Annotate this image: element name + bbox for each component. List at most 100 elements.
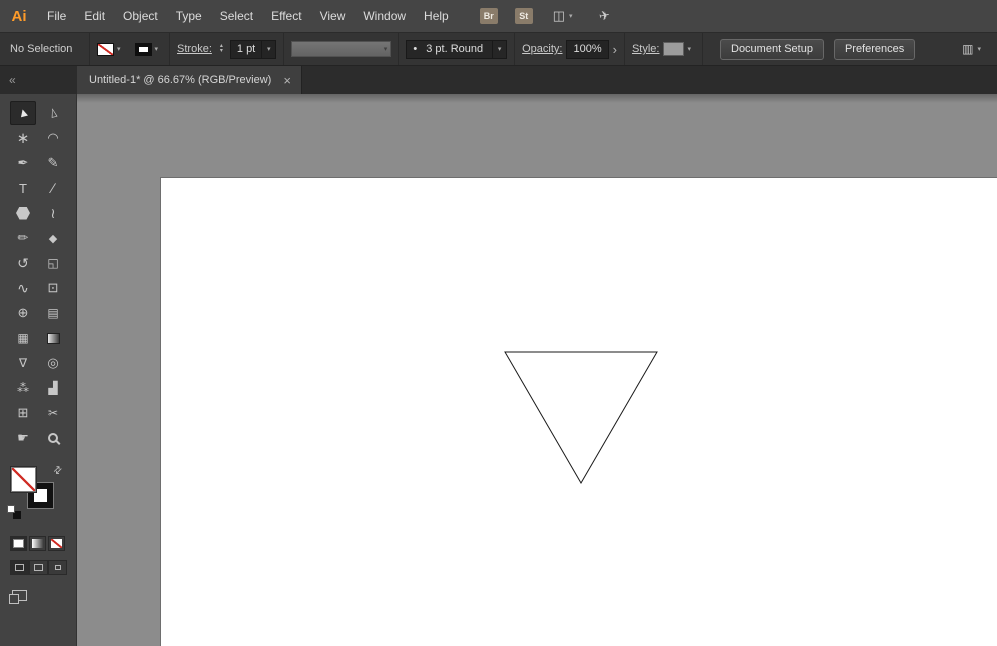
none-button[interactable] (48, 536, 65, 551)
canvas-pasteboard[interactable] (77, 94, 997, 646)
mesh-tool[interactable]: ▦ (10, 326, 36, 350)
separator (623, 33, 625, 65)
perspective-grid-tool[interactable]: ▤ (40, 301, 66, 325)
menu-object[interactable]: Object (114, 0, 167, 33)
column-graph-tool[interactable]: ▟ (40, 376, 66, 400)
screen-mode-button[interactable] (9, 587, 34, 604)
graphic-style-swatch-icon (663, 42, 685, 56)
type-tool[interactable]: T (10, 176, 36, 200)
brush-definition-select[interactable]: • 3 pt. Round ▾ (406, 39, 508, 59)
scale-tool[interactable]: ◱ (40, 251, 66, 275)
separator (169, 33, 171, 65)
symbol-sprayer-tool[interactable]: ⁂ (10, 376, 36, 400)
illustrator-window: Ai File Edit Object Type Select Effect View Win… (0, 0, 997, 646)
menu-bar: File Edit Object Type Select Effect View Window… (38, 0, 458, 33)
workspace-icon: ◫ (552, 8, 566, 23)
workspace-switcher[interactable]: ◫ ▾ (553, 8, 573, 24)
brush-dot-icon: • (413, 43, 418, 55)
variable-width-profile-select[interactable]: ▾ (291, 41, 392, 57)
opacity-flyout-icon[interactable]: › (613, 40, 617, 59)
blend-tool[interactable]: ◎ (40, 351, 66, 375)
stroke-weight-value: 1 pt (236, 43, 256, 55)
pen-tool[interactable]: ✒ (10, 151, 36, 175)
gradient-tool[interactable] (40, 326, 66, 350)
selection-tool[interactable]: ► (10, 101, 36, 125)
drawing-mode-buttons (10, 560, 76, 575)
swap-fill-stroke-icon[interactable]: ⇄ (51, 464, 65, 478)
polygon-tool[interactable] (10, 201, 36, 225)
tools-panel: ► ▻ ∗ ◠ ✒ ✎ T ∕ ≀ ✏ ◆ ↺ ◱ ∿ ⊡ ⊕ ▤ ▦ ∇ ◎ ⁂ ▟ ⊞ ✂ ☛ ⇄ (0, 94, 77, 646)
chevron-down-icon: ▾ (154, 46, 159, 53)
document-tab[interactable]: Untitled-1* @ 66.67% (RGB/Preview) × (77, 66, 302, 94)
toolbar-collapse-button[interactable]: « (0, 66, 77, 94)
eyedropper-icon: ∇ (18, 356, 28, 370)
tab-close-button[interactable]: × (283, 74, 291, 87)
type-icon: T (19, 180, 27, 196)
menu-type[interactable]: Type (167, 0, 211, 33)
stroke-weight-stepper[interactable]: ▴ ▾ (216, 43, 227, 54)
fill-color-control[interactable]: ▾ (97, 42, 125, 56)
triangle-shape[interactable] (504, 351, 658, 484)
draw-normal-button[interactable] (10, 560, 29, 575)
document-tab-bar: « Untitled-1* @ 66.67% (RGB/Preview) × (0, 66, 997, 94)
width-icon: ∿ (17, 279, 29, 296)
magic-wand-tool[interactable]: ∗ (10, 126, 36, 150)
stroke-panel-link[interactable]: Stroke: (177, 43, 212, 55)
draw-behind-button[interactable] (29, 560, 48, 575)
chevron-down-icon: ▾ (117, 46, 121, 53)
arrange-documents-control[interactable]: ▥ ▾ (962, 42, 981, 56)
curvature-tool[interactable]: ✎ (40, 151, 66, 175)
menu-select[interactable]: Select (211, 0, 262, 33)
fill-swatch[interactable] (11, 467, 36, 492)
line-segment-icon: ∕ (51, 180, 55, 196)
line-segment-tool[interactable]: ∕ (40, 176, 66, 200)
scale-icon: ◱ (47, 256, 59, 270)
shape-builder-tool[interactable]: ⊕ (10, 301, 36, 325)
artboard[interactable] (160, 177, 997, 646)
pencil-icon: ✏ (17, 230, 29, 245)
zoom-tool[interactable] (40, 426, 66, 450)
gpu-performance-icon[interactable]: ✈ (597, 7, 611, 25)
hand-icon: ☛ (17, 430, 29, 445)
gradient-button[interactable] (29, 536, 46, 551)
stroke-weight-select[interactable]: 1 pt ▾ (229, 39, 277, 59)
rotate-tool[interactable]: ↺ (10, 251, 36, 275)
paintbrush-tool[interactable]: ≀ (40, 201, 66, 225)
opacity-panel-link[interactable]: Opacity: (522, 43, 562, 55)
chevron-down-icon: ▾ (383, 46, 388, 53)
artboard-tool[interactable]: ⊞ (10, 401, 36, 425)
draw-inside-button[interactable] (48, 560, 67, 575)
bridge-badge-icon[interactable]: Br (479, 8, 498, 24)
direct-selection-tool[interactable]: ▻ (40, 101, 66, 125)
menu-window[interactable]: Window (354, 0, 415, 33)
stock-badge-icon[interactable]: St (514, 8, 533, 24)
color-button[interactable] (10, 536, 27, 551)
menu-help[interactable]: Help (415, 0, 458, 33)
rotate-icon: ↺ (17, 254, 29, 271)
default-fill-stroke-icon[interactable] (7, 505, 21, 519)
menu-view[interactable]: View (311, 0, 355, 33)
menu-effect[interactable]: Effect (262, 0, 310, 33)
graphic-style-select[interactable]: ▾ (663, 42, 695, 56)
preferences-button[interactable]: Preferences (833, 38, 916, 60)
hand-tool[interactable]: ☛ (10, 426, 36, 450)
arrange-documents-icon: ▥ (962, 42, 974, 56)
stroke-color-control[interactable]: ▾ (125, 42, 163, 56)
opacity-input[interactable]: 100% (566, 39, 609, 59)
eyedropper-tool[interactable]: ∇ (10, 351, 36, 375)
lasso-tool[interactable]: ◠ (40, 126, 66, 150)
app-logo: Ai (11, 7, 27, 25)
document-setup-button[interactable]: Document Setup (720, 38, 824, 60)
free-transform-tool[interactable]: ⊡ (40, 276, 66, 300)
slice-tool[interactable]: ✂ (40, 401, 66, 425)
menu-file[interactable]: File (38, 0, 75, 33)
menu-edit[interactable]: Edit (75, 0, 114, 33)
width-tool[interactable]: ∿ (10, 276, 36, 300)
menu-bar-container: Ai File Edit Object Type Select Effect View Win… (0, 0, 997, 33)
eraser-tool[interactable]: ◆ (40, 226, 66, 250)
symbol-sprayer-icon: ⁂ (17, 381, 29, 395)
style-panel-link[interactable]: Style: (632, 43, 660, 55)
pencil-tool[interactable]: ✏ (10, 226, 36, 250)
separator (514, 33, 516, 65)
draw-inside-icon (54, 565, 61, 570)
